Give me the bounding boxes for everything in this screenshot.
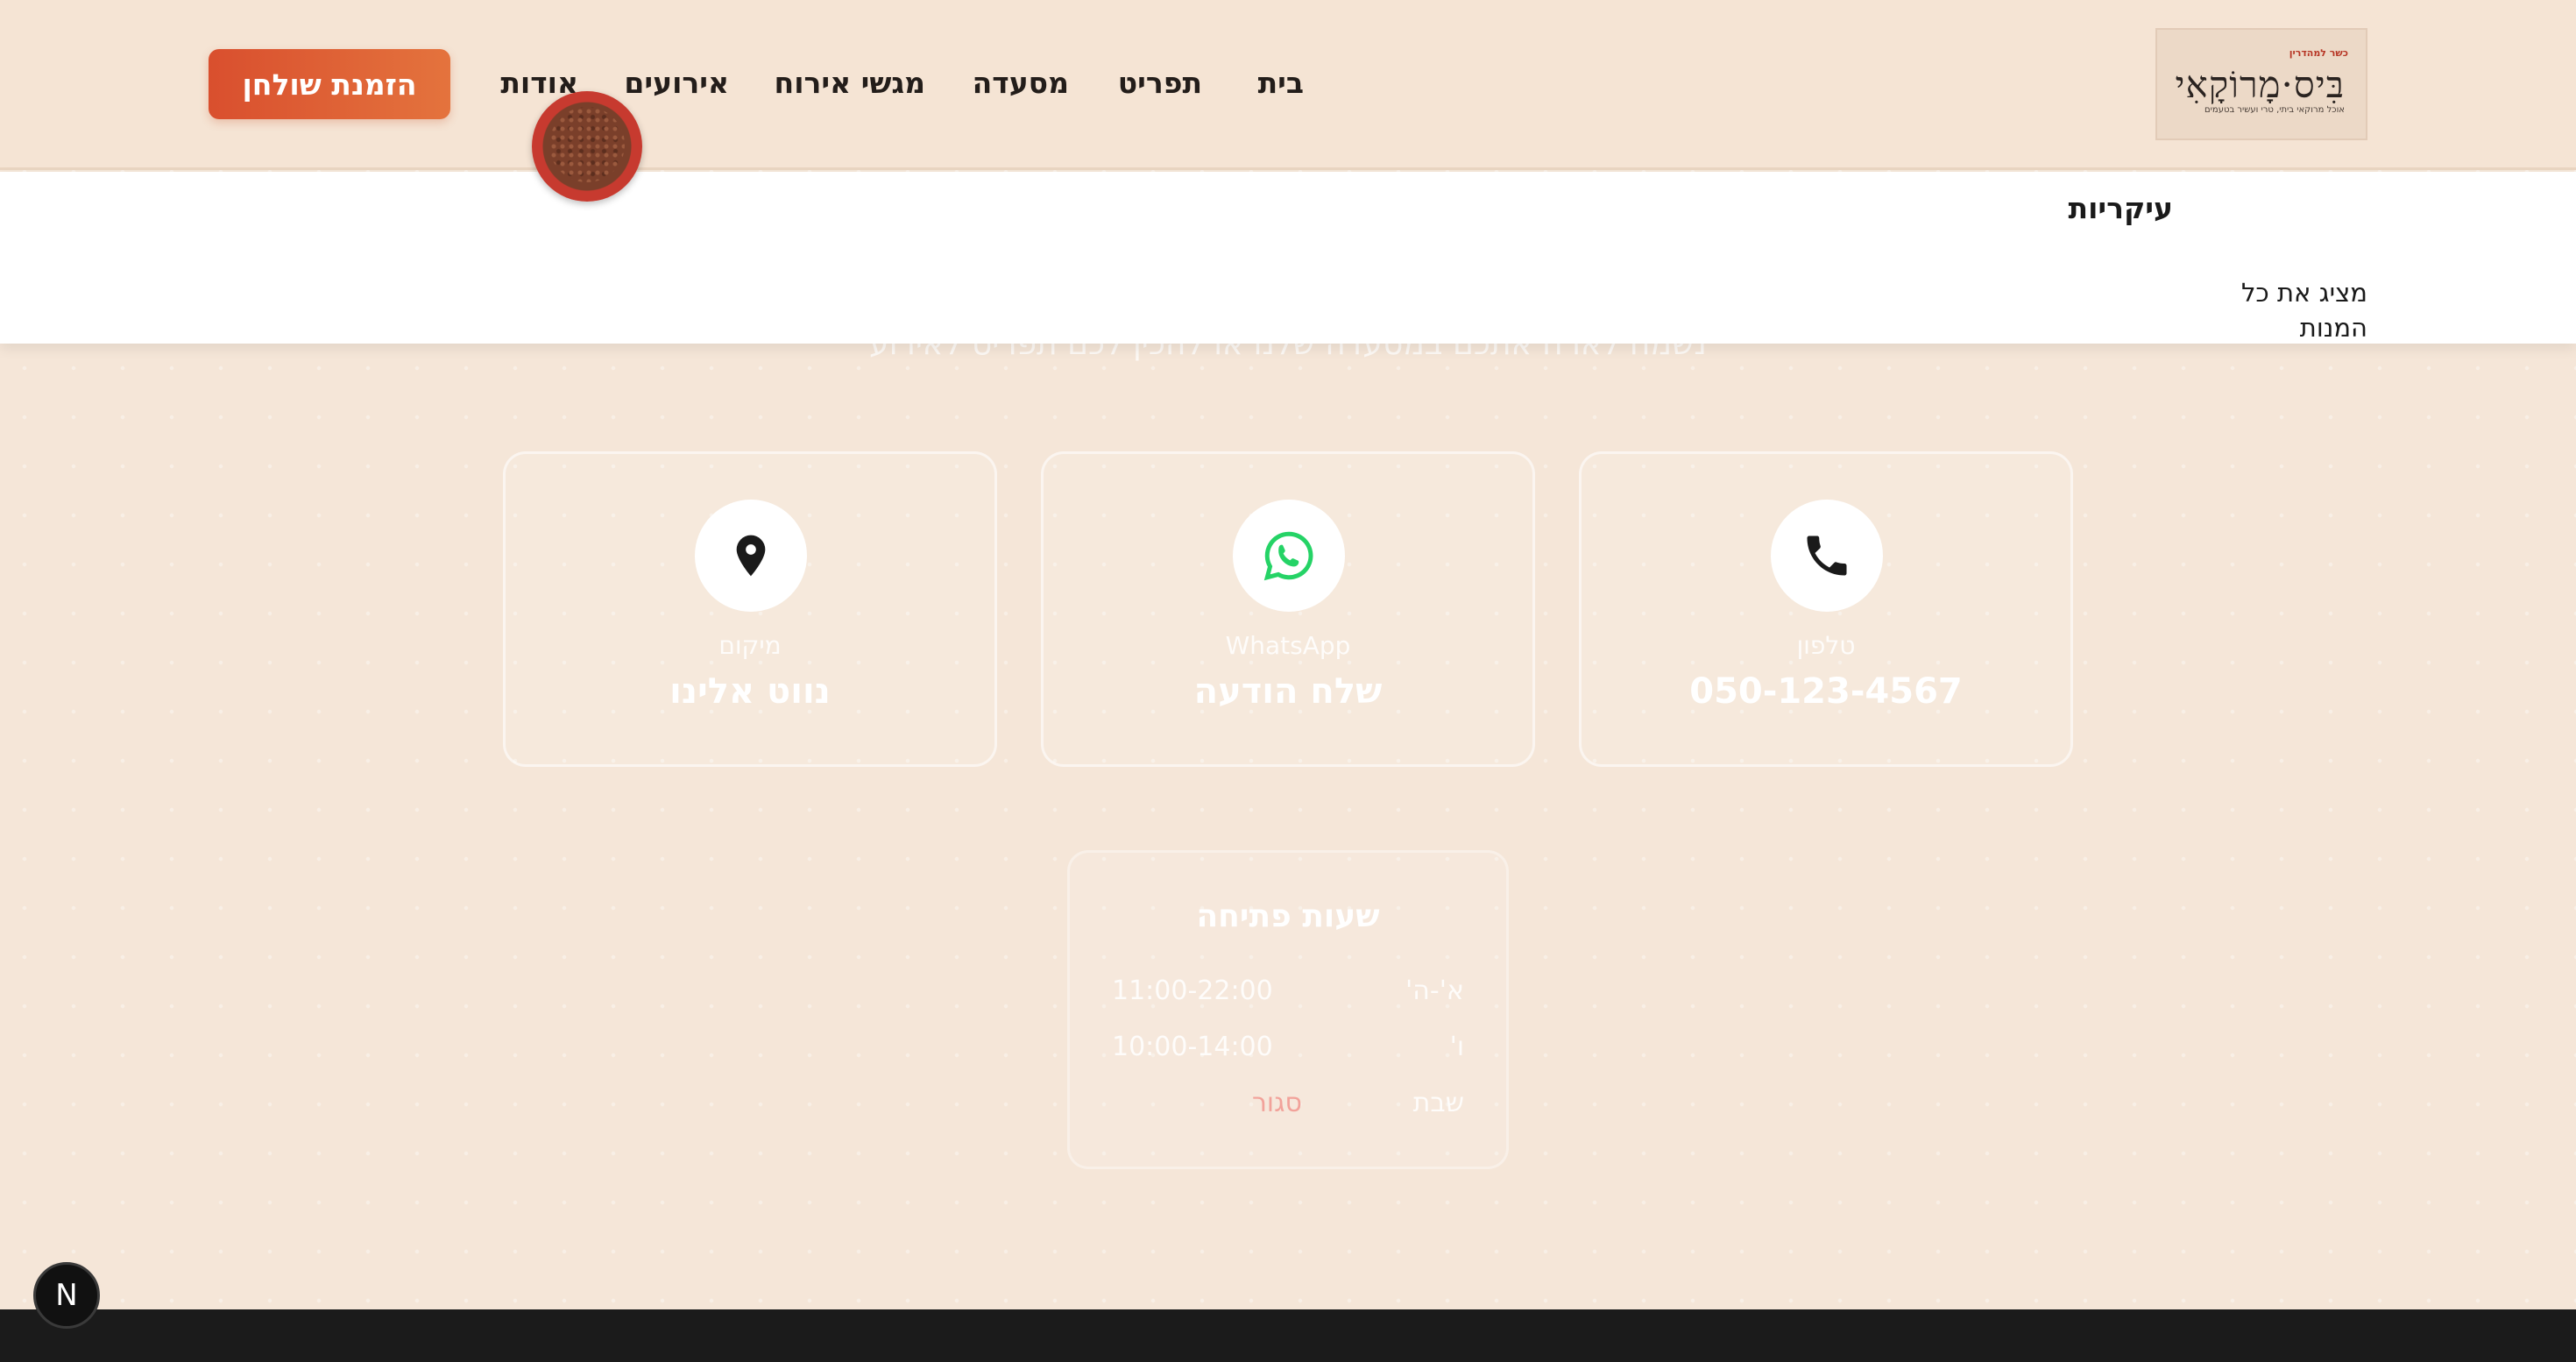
nav-restaurant[interactable]: מסעדה — [973, 58, 1069, 109]
hours-day: שבת — [1412, 1088, 1464, 1118]
hours-time: 11:00-22:00 — [1112, 975, 1273, 1006]
opening-hours-title: שעות פתיחה — [1196, 898, 1380, 934]
hours-row: ו' 10:00-14:00 — [1112, 1032, 1464, 1067]
card-label: טלפון — [1796, 631, 1856, 660]
reserve-table-button[interactable]: הזמנת שולחן — [209, 49, 450, 119]
logo-wordmark: בִּיס·מָרוֹקָאִי — [2175, 63, 2345, 106]
kosher-label: כשר למהדרין — [2289, 47, 2348, 59]
whatsapp-send-message[interactable]: שלח הודעה — [1044, 671, 1532, 712]
dropdown-show-all-link[interactable]: מציג את כל המנות — [2169, 275, 2367, 343]
nav-catering-platters[interactable]: מגשי אירוח — [775, 58, 925, 109]
hours-day: ו' — [1449, 1032, 1464, 1062]
dropdown-heading-mains[interactable]: עיקריות — [2069, 189, 2173, 228]
menu-dropdown: עיקריות מציג את כל המנות — [0, 172, 2576, 344]
navigate-to-us[interactable]: נווט אלינו — [506, 671, 994, 712]
logo-tagline: אוכל מרוקאי ביתי, טרי ועשיר בטעמים — [2204, 105, 2345, 115]
contact-card-location[interactable]: מיקום נווט אלינו — [503, 451, 997, 767]
contact-card-phone[interactable]: טלפון 050-123-4567 — [1579, 451, 2073, 767]
hours-closed: סגור — [1252, 1088, 1302, 1118]
hours-time: 10:00-14:00 — [1112, 1032, 1273, 1062]
site-logo[interactable]: כשר למהדרין בִּיס·מָרוֹקָאִי אוכל מרוקאי… — [2155, 28, 2367, 140]
card-label: מיקום — [718, 631, 782, 660]
phone-number[interactable]: 050-123-4567 — [1582, 671, 2070, 712]
whatsapp-icon — [1233, 500, 1345, 612]
food-dish-image — [532, 91, 642, 202]
contact-card-whatsapp[interactable]: WhatsApp שלח הודעה — [1041, 451, 1535, 767]
card-label: WhatsApp — [1225, 631, 1351, 660]
opening-hours-card: שעות פתיחה א'-ה' 11:00-22:00 ו' 10:00-14… — [1067, 850, 1509, 1169]
site-header: כשר למהדרין בִּיס·מָרוֹקָאִי אוכל מרוקאי… — [0, 0, 2576, 170]
hours-row: א'-ה' 11:00-22:00 — [1112, 975, 1464, 1011]
site-footer — [0, 1309, 2576, 1362]
hours-day: א'-ה' — [1405, 975, 1464, 1006]
dev-tools-badge[interactable]: N — [33, 1262, 100, 1329]
location-pin-icon — [695, 500, 807, 612]
nav-home[interactable]: בית — [1255, 58, 1304, 109]
nav-menu[interactable]: תפריט — [1118, 58, 1202, 109]
nav-events[interactable]: אירועים — [624, 58, 729, 109]
hours-row: שבת סגור — [1112, 1088, 1464, 1123]
phone-icon — [1771, 500, 1883, 612]
